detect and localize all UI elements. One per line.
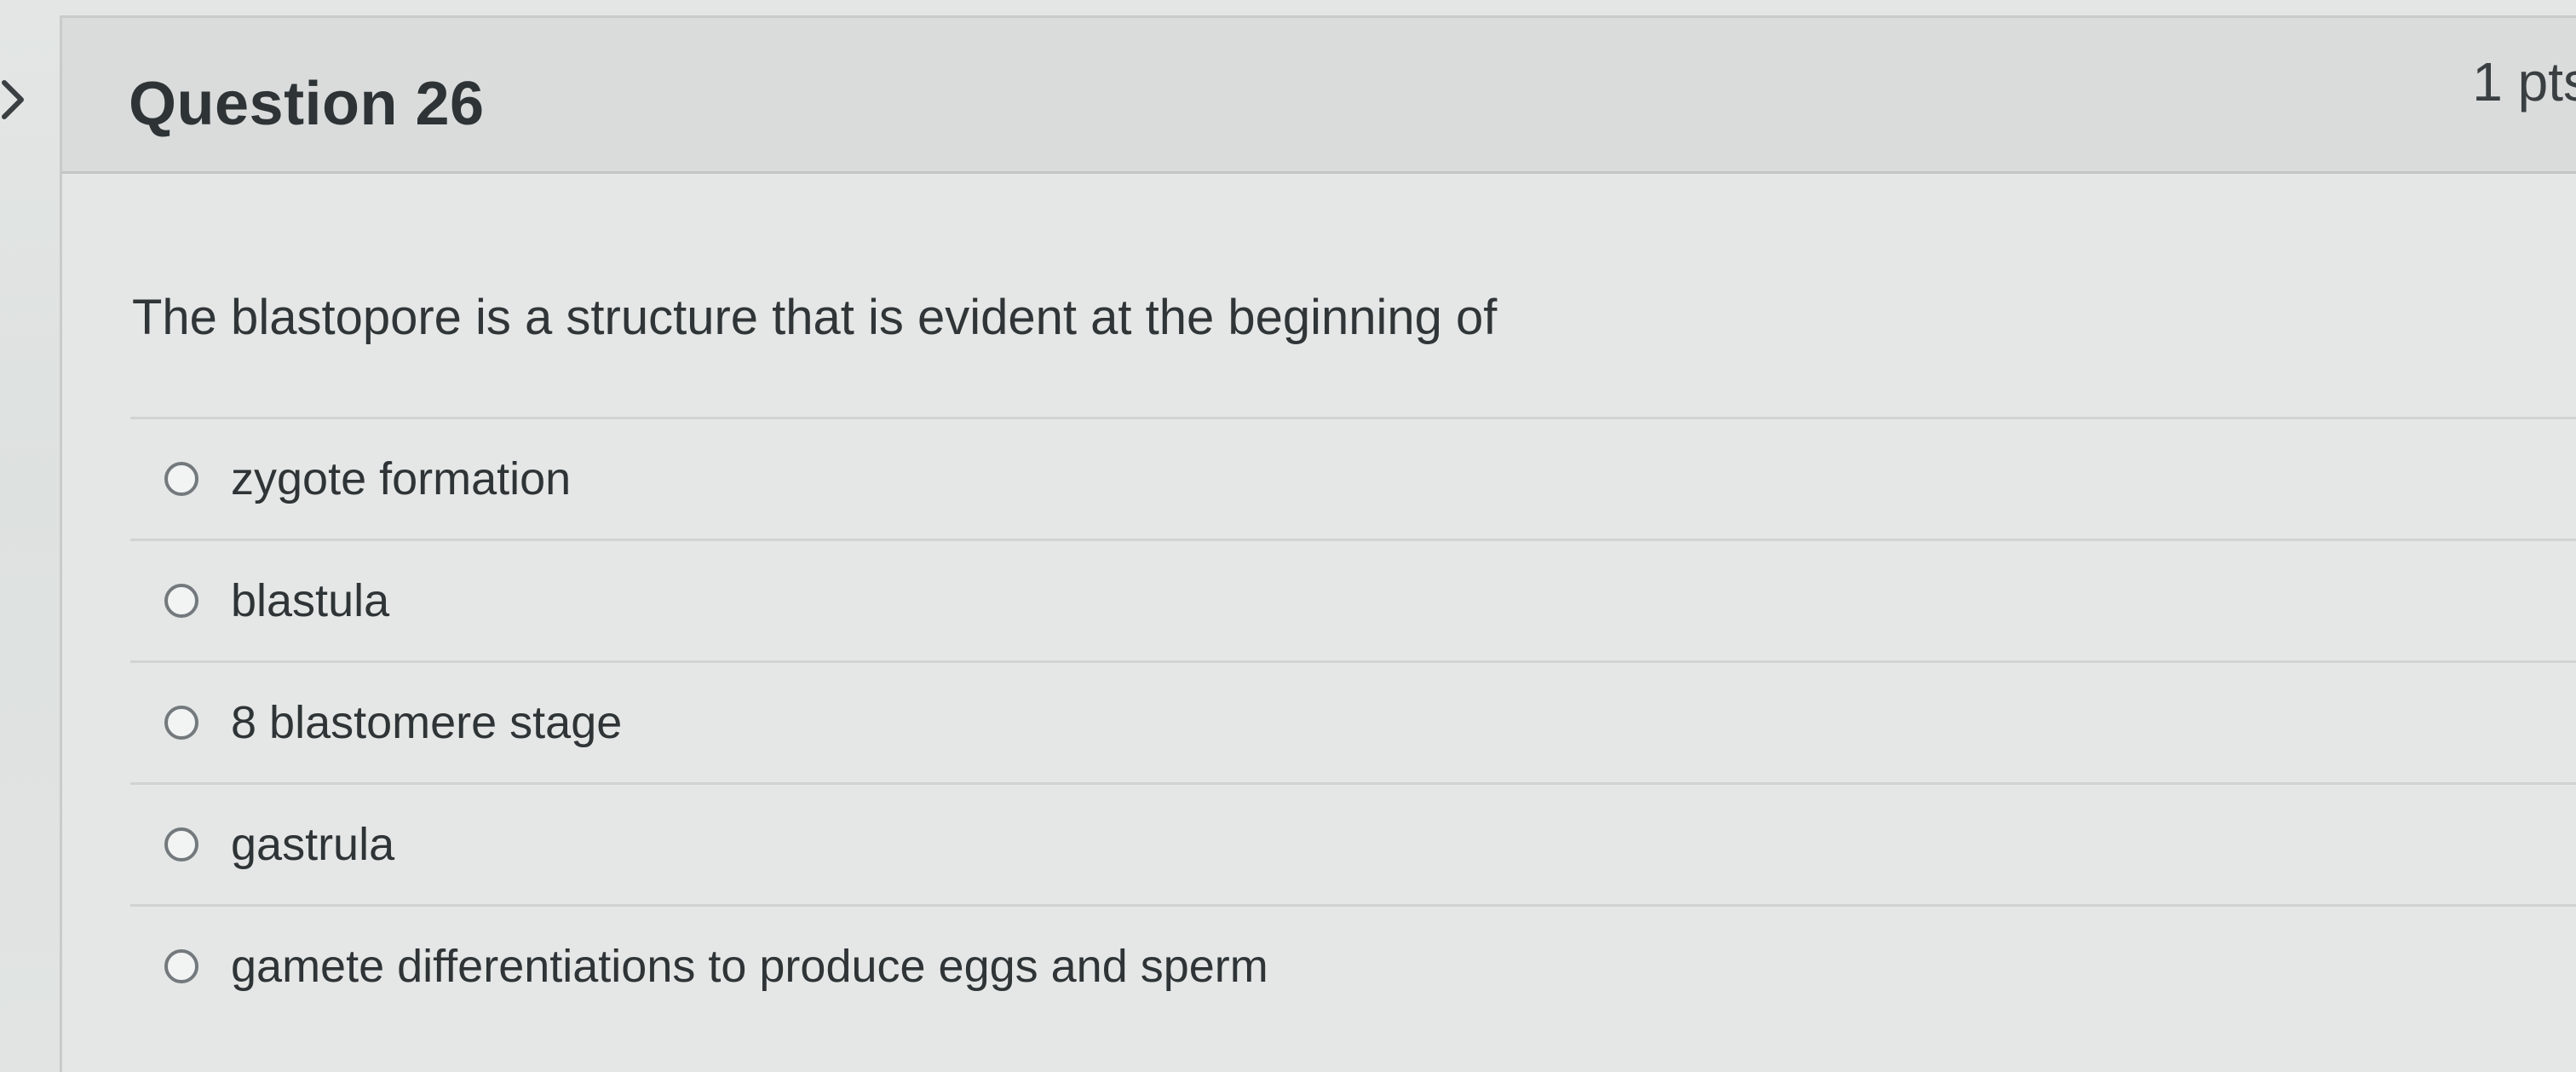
radio-button-icon[interactable] bbox=[164, 462, 198, 496]
quiz-page: Question 26 1 pts The blastopore is a st… bbox=[0, 0, 2576, 1072]
answer-label[interactable]: blastula bbox=[231, 574, 389, 627]
answer-label[interactable]: gamete differentiations to produce eggs … bbox=[231, 940, 1268, 993]
answer-option[interactable]: blastula bbox=[130, 539, 2576, 660]
answer-option[interactable]: gastrula bbox=[130, 782, 2576, 904]
answer-option[interactable]: 8 blastomere stage bbox=[130, 660, 2576, 782]
answer-label[interactable]: zygote formation bbox=[231, 452, 571, 505]
radio-button-icon[interactable] bbox=[164, 584, 198, 618]
radio-button-icon[interactable] bbox=[164, 949, 198, 983]
answer-label[interactable]: 8 blastomere stage bbox=[231, 696, 622, 749]
question-text: The blastopore is a structure that is ev… bbox=[132, 290, 1498, 345]
answer-option[interactable]: zygote formation bbox=[130, 417, 2576, 539]
answer-list: zygote formation blastula 8 blastomere s… bbox=[130, 417, 2576, 1026]
radio-button-icon[interactable] bbox=[164, 827, 198, 862]
question-card: Question 26 1 pts The blastopore is a st… bbox=[60, 15, 2576, 1072]
chevron-right-icon[interactable] bbox=[0, 61, 51, 138]
question-points: 1 pts bbox=[2472, 51, 2576, 112]
question-header: Question 26 1 pts bbox=[62, 18, 2576, 174]
answer-label[interactable]: gastrula bbox=[231, 818, 394, 871]
question-title: Question 26 bbox=[129, 70, 485, 138]
radio-button-icon[interactable] bbox=[164, 706, 198, 740]
answer-option[interactable]: gamete differentiations to produce eggs … bbox=[130, 904, 2576, 1026]
